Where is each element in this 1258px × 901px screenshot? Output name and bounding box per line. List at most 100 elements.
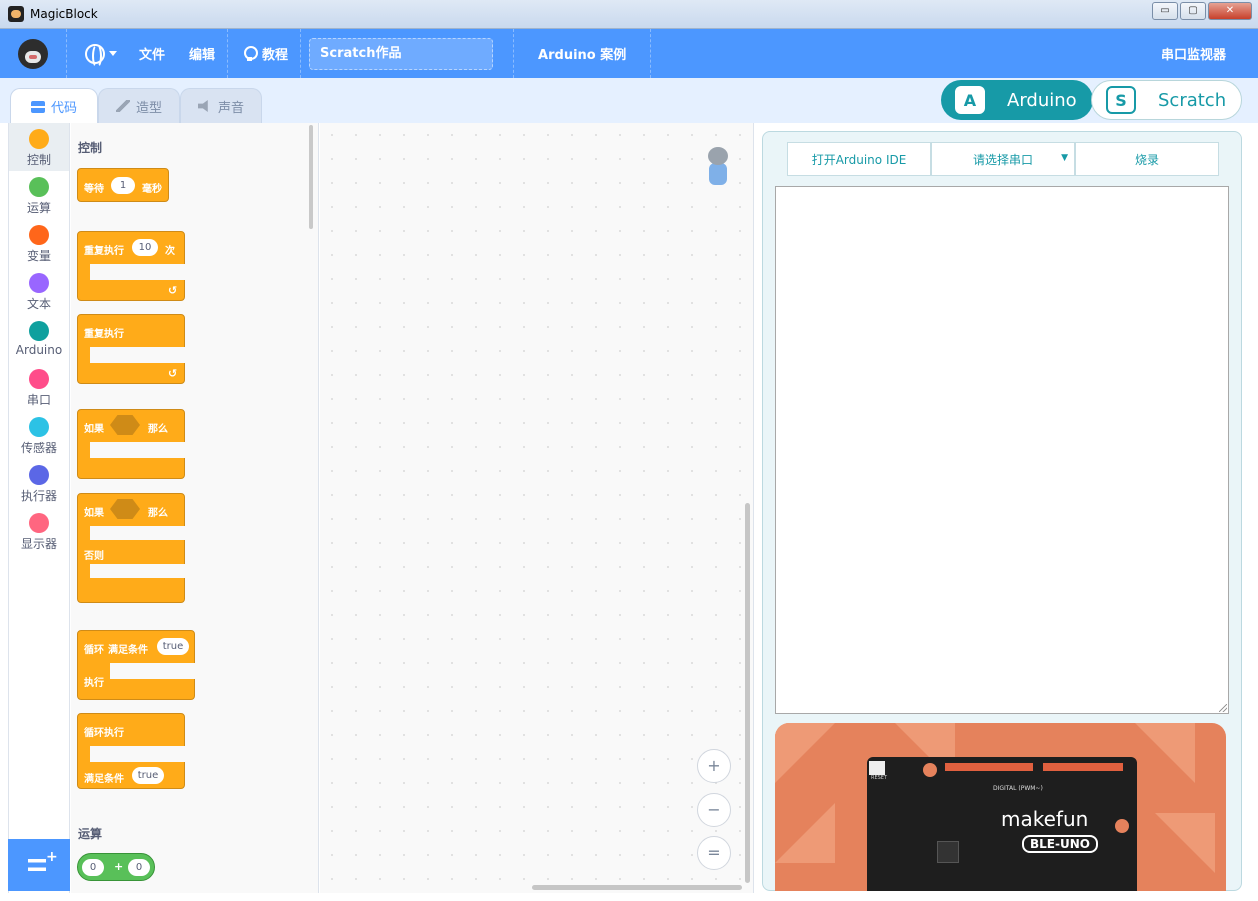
close-button[interactable]: ✕ [1208,2,1252,20]
arduino-code-panel: 打开Arduino IDE 请选择串口 ▼ 烧录 RESET DIGITAL (… [762,131,1242,891]
block-repeat[interactable]: 重复执行 10 次 ↺ [77,231,187,301]
block-wait[interactable]: 等待 1 毫秒 [77,168,169,202]
block-add[interactable]: 0 + 0 [77,853,155,881]
serial-port-select[interactable]: 请选择串口 ▼ [931,142,1075,176]
zoom-out-button[interactable]: − [697,793,731,827]
category-text[interactable]: 文本 [9,267,69,315]
block-text: 重复执行 [84,246,124,257]
category-arduino[interactable]: Arduino [9,315,69,363]
repeat-count-input[interactable]: 10 [132,239,158,256]
block-text: 次 [165,246,175,257]
workspace-horizontal-scrollbar[interactable] [532,885,742,890]
category-label: 运算 [26,201,51,215]
condition-slot[interactable] [110,499,140,519]
tab-costumes[interactable]: 造型 [98,88,180,123]
extension-icon [28,859,46,871]
operand-b-input[interactable]: 0 [128,859,150,876]
arduino-mode-button[interactable]: A Arduino [941,80,1093,120]
block-if-then[interactable]: 如果 那么 [77,409,187,479]
menu-divider [66,29,67,78]
category-serial[interactable]: 串口 [9,363,69,411]
menu-divider [227,29,229,78]
block-forever[interactable]: 重复执行 ↺ [77,314,187,384]
category-label: 传感器 [20,441,57,455]
maximize-button[interactable]: ▢ [1180,2,1206,20]
wait-value-input[interactable]: 1 [111,177,135,194]
tab-sounds[interactable]: 声音 [180,88,262,123]
block-text: 满足条件 [84,774,124,785]
plus-icon: + [46,849,58,865]
digital-silkscreen: DIGITAL (PWM~) [993,785,1043,792]
mount-hole [923,763,937,777]
block-while-loop[interactable]: 循环 满足条件 true 执行 [77,630,197,700]
logo-icon[interactable] [18,38,48,69]
category-dot-icon [29,465,49,485]
tab-code[interactable]: 代码 [10,88,98,124]
arduino-logo-icon: A [955,86,985,114]
category-dot-icon [29,417,49,437]
section-label-operators: 运算 [78,827,103,841]
add-extension-button[interactable]: + [8,839,70,891]
chevron-down-icon[interactable] [109,51,117,56]
category-dot-icon [29,369,49,389]
condition-slot[interactable] [110,415,140,435]
lightbulb-icon[interactable] [242,45,259,62]
menu-divider [650,29,652,78]
loop-arrow-icon: ↺ [168,367,178,380]
category-label: Arduino [15,343,63,357]
ble-uno-board-image: RESET DIGITAL (PWM~) makefun BLE-UNO [867,757,1137,891]
board-brand-text: makefun [1001,807,1089,831]
zoom-reset-button[interactable]: = [697,836,731,870]
block-palette: 控制 等待 1 毫秒 重复执行 10 次 ↺ 重复执行 ↺ 如果 那么 如果 那… [71,123,319,893]
window-titlebar: MagicBlock ▭ ▢ ✕ [0,0,1258,29]
category-displays[interactable]: 显示器 [9,507,69,555]
palette-scrollbar[interactable] [309,125,313,229]
block-text: 那么 [148,424,168,435]
block-text: 毫秒 [142,184,162,195]
scratch-mode-button[interactable]: S Scratch [1091,80,1242,120]
category-operators[interactable]: 运算 [9,171,69,219]
board-image-panel: RESET DIGITAL (PWM~) makefun BLE-UNO [775,723,1226,891]
menu-divider [300,29,302,78]
reset-button-graphic [869,761,885,775]
category-label: 执行器 [20,489,57,503]
condition-value-input[interactable]: true [157,638,189,655]
category-dot-icon [29,273,49,293]
category-sensors[interactable]: 传感器 [9,411,69,459]
menu-edit[interactable]: 编辑 [177,44,227,63]
zoom-in-button[interactable]: + [697,749,731,783]
scratch-logo-icon: S [1106,86,1136,114]
block-text: 满足条件 [108,645,148,656]
window-title: MagicBlock [30,7,98,21]
window-controls: ▭ ▢ ✕ [1152,2,1252,20]
menu-tutorial[interactable]: 教程 [256,44,300,63]
block-if-else[interactable]: 如果 那么 否则 [77,493,187,603]
tab-label: 造型 [135,100,162,116]
language-globe-icon[interactable] [85,43,105,68]
code-textarea[interactable] [775,186,1229,714]
workspace-vertical-scrollbar[interactable] [745,503,750,883]
serial-monitor-button[interactable]: 串口监视器 [1149,44,1238,63]
minimize-button[interactable]: ▭ [1152,2,1178,20]
category-variables[interactable]: 变量 [9,219,69,267]
operand-a-input[interactable]: 0 [82,859,104,876]
category-menu: 控制 运算 变量 文本 Arduino 串口 传感器 执行器 显示器 [8,123,70,893]
category-dot-icon [29,177,49,197]
upload-button[interactable]: 烧录 [1075,142,1219,176]
block-text: 执行 [84,678,104,689]
condition-value-input[interactable]: true [132,767,164,784]
arduino-mode-label: Arduino [1007,89,1077,111]
block-text: 循环 [84,645,104,656]
script-workspace[interactable]: + − = [320,123,754,893]
menu-arduino-examples[interactable]: Arduino 案例 [514,44,650,63]
tab-label: 代码 [50,101,77,116]
open-arduino-ide-button[interactable]: 打开Arduino IDE [787,142,931,176]
category-actuators[interactable]: 执行器 [9,459,69,507]
mount-hole [1115,819,1129,833]
menu-file[interactable]: 文件 [127,44,177,63]
pin-header [1043,763,1123,771]
block-do-while[interactable]: 循环执行 满足条件 true [77,713,187,789]
category-control[interactable]: 控制 [9,123,69,171]
sprite-mascot-icon [704,147,732,189]
project-title-input[interactable]: Scratch作品 [309,37,494,70]
